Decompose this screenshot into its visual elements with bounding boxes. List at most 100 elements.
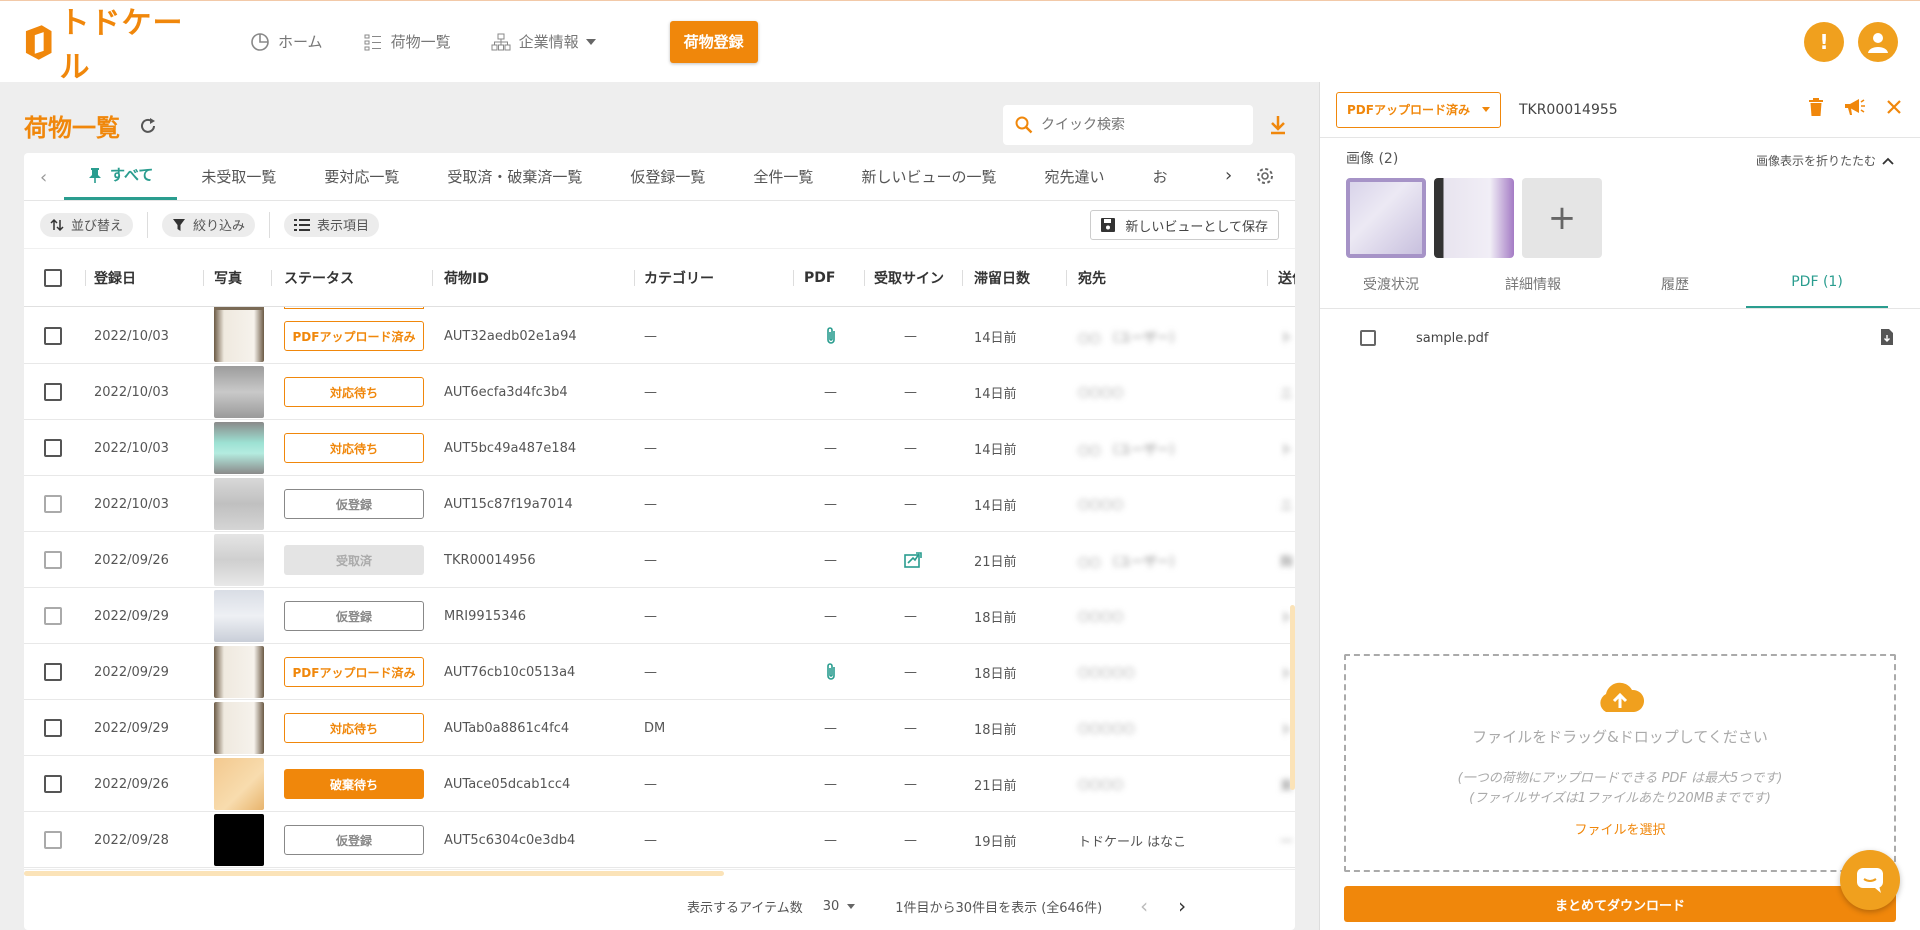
tab-7[interactable]: 宛先違い [1020, 153, 1128, 200]
table-row[interactable]: 2022/10/03 仮登録 AUT15c87f19a7014 — — — 14日前 ○○○○… [24, 476, 1295, 532]
table-row[interactable]: 2022/09/29 仮登録 MRI9915346— — —18日前 ○○○○ ト [24, 588, 1295, 644]
columns-button[interactable]: 表示項目 [284, 212, 380, 237]
row-thumbnail[interactable] [214, 756, 264, 812]
row-thumbnail[interactable] [214, 644, 264, 700]
paperclip-icon[interactable] [824, 326, 838, 346]
tab-scroll-right-icon[interactable]: › [1225, 165, 1232, 186]
row-pdf-value: — [824, 496, 837, 512]
header-id[interactable]: 荷物ID [444, 268, 489, 288]
row-checkbox[interactable] [44, 420, 62, 476]
quick-search[interactable] [1003, 105, 1253, 145]
per-page-select[interactable]: 30 [823, 899, 856, 914]
logo[interactable]: トドケール [22, 0, 212, 86]
prev-page-icon[interactable]: ‹ [1140, 894, 1148, 918]
signature-icon[interactable] [904, 552, 922, 568]
file-download-icon[interactable] [1880, 329, 1894, 345]
table-row[interactable]: 2022/10/03 対応待ち AUT5bc49a487e184 — — — 14日前 ○○ … [24, 420, 1295, 476]
table-row[interactable]: 2022/09/26 受取済 TKR00014956 — — 21日前 ○○ （ユーザー） 麹 [24, 532, 1295, 588]
close-icon[interactable] [1886, 99, 1902, 115]
register-package-button[interactable]: 荷物登録 [669, 20, 758, 63]
add-image-button[interactable]: + [1522, 178, 1602, 258]
status-dropdown[interactable]: PDFアップロード済み [1336, 91, 1501, 128]
header-category[interactable]: カテゴリー [644, 268, 714, 288]
select-all-checkbox[interactable] [44, 269, 62, 287]
row-checkbox[interactable] [44, 532, 62, 588]
row-checkbox[interactable] [44, 644, 62, 700]
header-status[interactable]: ステータス [284, 268, 354, 288]
megaphone-icon[interactable] [1844, 98, 1866, 116]
row-checkbox[interactable] [44, 700, 62, 756]
paperclip-icon[interactable] [824, 662, 838, 682]
row-thumbnail[interactable] [214, 476, 264, 532]
next-page-icon[interactable]: › [1178, 894, 1186, 918]
image-thumbnail[interactable] [1346, 178, 1426, 258]
alert-icon[interactable]: ! [1804, 22, 1844, 62]
trash-icon[interactable] [1808, 98, 1824, 116]
header-pdf[interactable]: PDF [804, 270, 835, 286]
collapse-images-button[interactable]: 画像表示を折りたたむ [1756, 152, 1894, 169]
header-to[interactable]: 宛先 [1078, 268, 1106, 288]
vertical-scrollbar[interactable] [1290, 605, 1295, 790]
search-input[interactable] [1041, 117, 1231, 133]
row-checkbox[interactable] [44, 308, 62, 364]
row-checkbox[interactable] [44, 756, 62, 812]
row-pdf-value: — [824, 440, 837, 456]
filter-button[interactable]: 絞り込み [162, 212, 256, 237]
header-days[interactable]: 滞留日数 [974, 268, 1030, 288]
row-checkbox[interactable] [44, 364, 62, 420]
row-thumbnail[interactable] [214, 532, 264, 588]
row-sign-value: — [904, 496, 917, 512]
row-checkbox[interactable] [44, 476, 62, 532]
row-checkbox[interactable] [44, 812, 62, 868]
tab-1[interactable]: 未受取一覧 [177, 153, 300, 200]
header-date[interactable]: 登録日 [94, 268, 136, 288]
select-file-link[interactable]: ファイルを選択 [1574, 819, 1665, 838]
tab-3[interactable]: 受取済・破棄済一覧 [423, 153, 606, 200]
nav-company[interactable]: 企業情報 [491, 31, 596, 52]
tab-2[interactable]: 要対応一覧 [300, 153, 423, 200]
detail-tab-1[interactable]: 詳細情報 [1462, 272, 1604, 308]
detail-tab-2[interactable]: 履歴 [1604, 272, 1746, 308]
header-photo[interactable]: 写真 [214, 268, 242, 288]
tab-5[interactable]: 全件一覧 [729, 153, 837, 200]
bulk-download-button[interactable]: まとめてダウンロード [1344, 886, 1896, 922]
refresh-icon[interactable] [138, 116, 158, 136]
tab-8[interactable]: お [1128, 153, 1191, 200]
tab-4[interactable]: 仮登録一覧 [606, 153, 729, 200]
header-sign[interactable]: 受取サイン [874, 268, 944, 288]
detail-tab-0[interactable]: 受渡状況 [1320, 272, 1462, 308]
image-thumbnail[interactable] [1434, 178, 1514, 258]
row-checkbox[interactable] [44, 588, 62, 644]
row-thumbnail[interactable] [214, 700, 264, 756]
gear-icon[interactable] [1256, 167, 1274, 185]
table-row[interactable]: 2022/10/03 対応待ち AUT6ecfa3d4fc3b4 — — — 14日前 ○○○… [24, 364, 1295, 420]
header-sender[interactable]: 送付 [1278, 268, 1295, 288]
column-divider [1267, 270, 1268, 286]
pdf-dropzone[interactable]: ファイルをドラッグ&ドロップしてください (一つの荷物にアップロードできる PD… [1344, 654, 1896, 872]
table-row[interactable]: 2022/09/28 仮登録 AUT5c6304c0e3db4 — — — 19日前 トドケー… [24, 812, 1295, 868]
table-row[interactable]: 2022/10/03 PDFアップロード済み AUT32aedb02e1a94 — — 1… [24, 308, 1295, 364]
row-thumbnail[interactable] [214, 420, 264, 476]
user-avatar-icon[interactable] [1858, 22, 1898, 62]
row-thumbnail[interactable] [214, 588, 264, 644]
save-view-button[interactable]: 新しいビューとして保存 [1090, 210, 1279, 240]
nav-list[interactable]: 荷物一覧 [363, 31, 451, 52]
download-icon[interactable] [1268, 114, 1288, 136]
table-row[interactable]: 2022/09/29 PDFアップロード済み AUT76cb10c0513a4 — — 1… [24, 644, 1295, 700]
sort-button[interactable]: 並び替え [40, 212, 134, 237]
row-thumbnail[interactable] [214, 812, 264, 868]
pdf-file-row[interactable]: sample.pdf [1320, 309, 1920, 367]
tab-scroll-left-icon[interactable]: ‹ [40, 167, 47, 188]
table-row[interactable]: 2022/09/26 破棄待ち AUTace05dcab1cc4 — — — 21日前 ○○○… [24, 756, 1295, 812]
detail-tab-3[interactable]: PDF (1) [1746, 272, 1888, 308]
pdf-file-checkbox[interactable] [1360, 330, 1376, 346]
nav-home[interactable]: ホーム [250, 31, 323, 52]
row-thumbnail[interactable] [214, 308, 264, 364]
pdf-file-name[interactable]: sample.pdf [1416, 331, 1488, 346]
tab-6[interactable]: 新しいビューの一覧 [837, 153, 1020, 200]
chat-icon[interactable] [1840, 850, 1900, 910]
horizontal-scrollbar[interactable] [24, 871, 724, 876]
table-row[interactable]: 2022/09/29 対応待ち AUTab0a8861c4fc4 DM — — 18日前 ○○… [24, 700, 1295, 756]
row-thumbnail[interactable] [214, 364, 264, 420]
tab-0[interactable]: すべて [64, 153, 178, 200]
